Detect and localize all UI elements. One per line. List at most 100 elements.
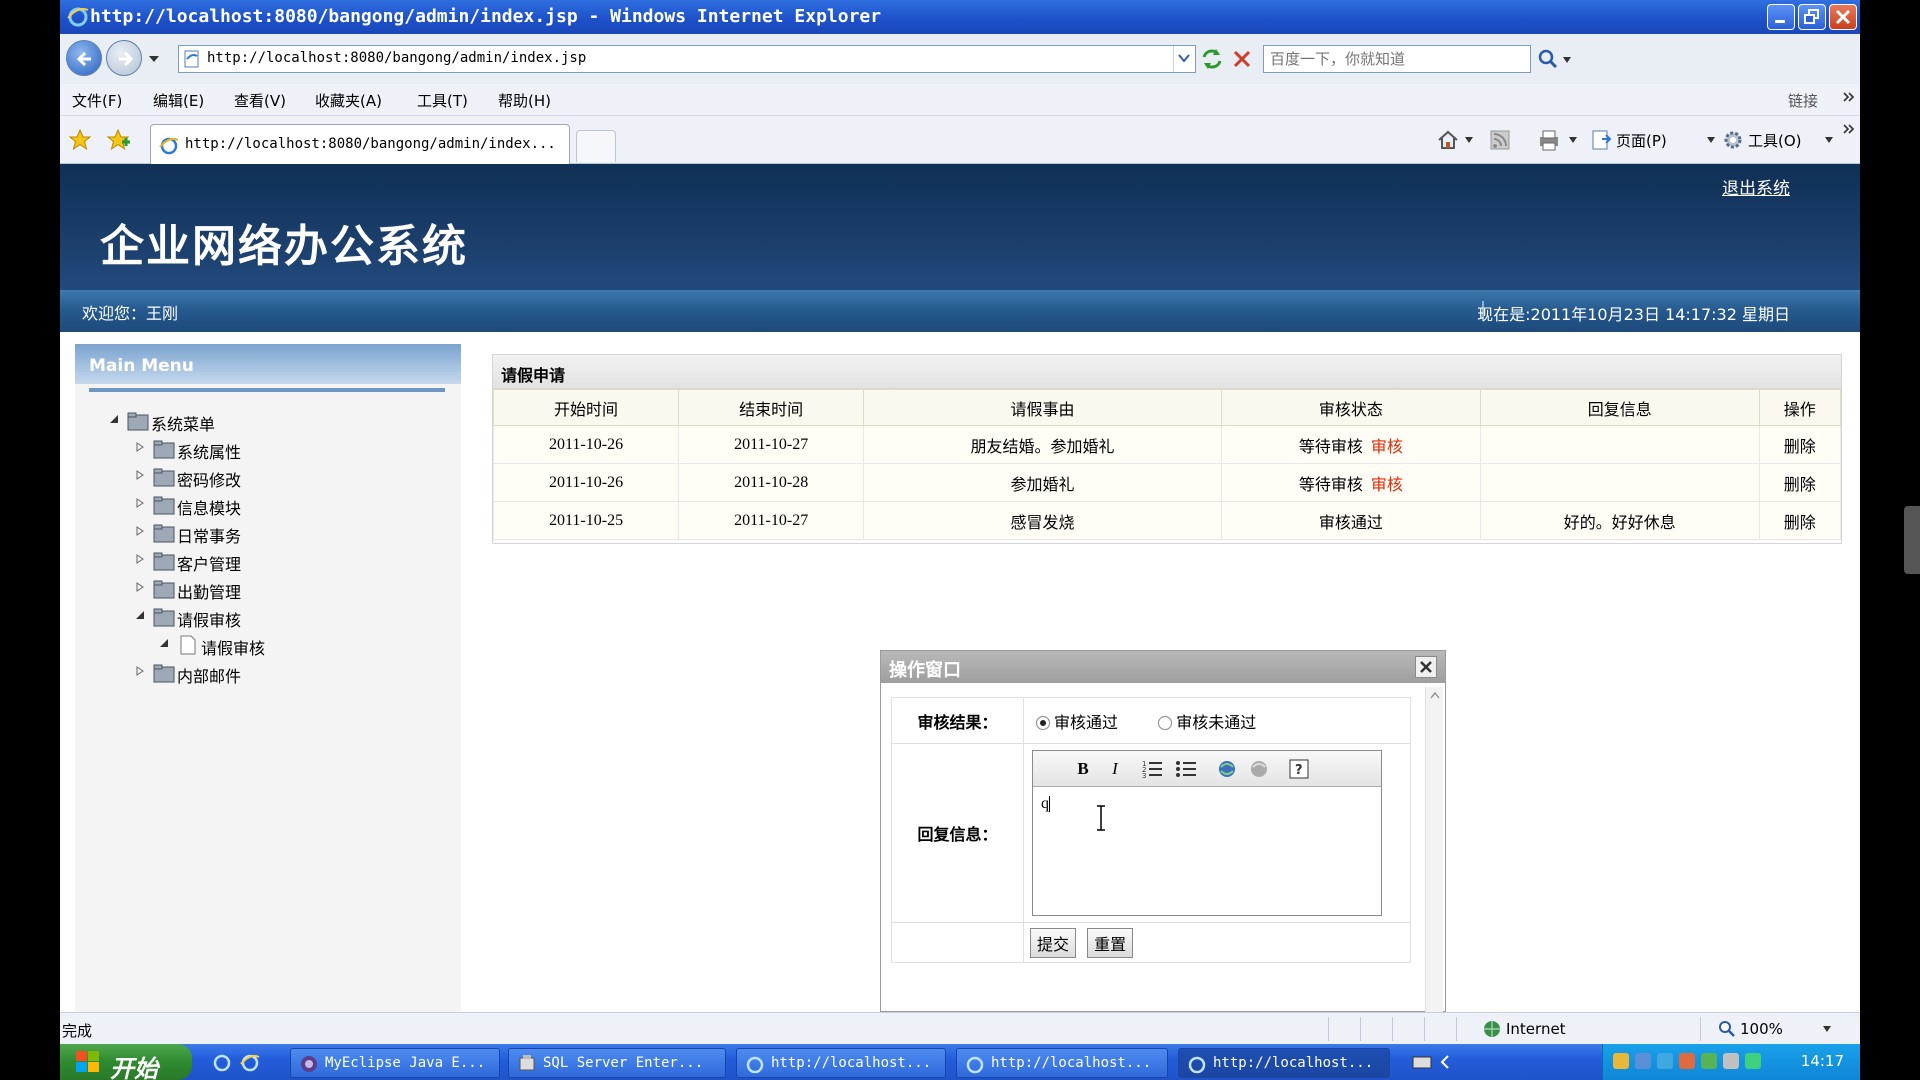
table-header-row: 开始时间 结束时间 请假事由 审核状态 回复信息 操作: [492, 389, 1842, 426]
tray-icon-2[interactable]: [1635, 1053, 1651, 1069]
result-label: 审核结果：: [891, 697, 1024, 744]
refresh-button[interactable]: [1198, 45, 1226, 73]
keyboard-icon[interactable]: [1412, 1054, 1432, 1070]
link-icon[interactable]: [1215, 757, 1239, 781]
new-tab-button[interactable]: [576, 130, 616, 162]
collapsed-triangle-icon: [136, 470, 144, 480]
menu-tools[interactable]: 工具(T): [417, 90, 468, 111]
task-ie-2[interactable]: http://localhost...: [956, 1048, 1168, 1078]
add-favorite-icon[interactable]: [106, 128, 130, 152]
table-row: 2011-10-25 2011-10-27 感冒发烧 审核通过 好的。好好休息 …: [492, 501, 1842, 540]
stop-button[interactable]: [1228, 45, 1256, 73]
folder-icon: [153, 524, 175, 543]
tools-dropdown-icon[interactable]: [1824, 136, 1834, 144]
page-menu[interactable]: 页面(P): [1616, 130, 1667, 151]
tray-icon-1[interactable]: [1613, 1053, 1629, 1069]
tray-icon-6[interactable]: [1723, 1053, 1739, 1069]
submit-button[interactable]: 提交: [1030, 927, 1077, 958]
help-icon[interactable]: ?: [1287, 757, 1311, 781]
favorites-star-icon[interactable]: [68, 128, 92, 152]
close-window-button[interactable]: [1829, 4, 1857, 30]
collapsed-triangle-icon: [136, 498, 144, 508]
tray-icon-3[interactable]: [1657, 1053, 1673, 1069]
bold-icon[interactable]: B: [1071, 757, 1095, 781]
minimize-button[interactable]: [1767, 4, 1795, 30]
ordered-list-icon[interactable]: 123: [1141, 757, 1165, 781]
task-sql-server[interactable]: SQL Server Enter...: [508, 1048, 726, 1078]
zoom-level[interactable]: 100%: [1740, 1020, 1783, 1038]
unlink-icon[interactable]: [1247, 757, 1271, 781]
restore-button[interactable]: [1798, 4, 1826, 30]
feeds-icon[interactable]: [1490, 130, 1510, 150]
menu-edit[interactable]: 编辑(E): [153, 90, 204, 111]
clock[interactable]: 14:17: [1801, 1052, 1844, 1070]
search-options-dropdown-icon[interactable]: [1562, 56, 1572, 64]
audit-link[interactable]: 审核: [1371, 437, 1403, 456]
menu-view[interactable]: 查看(V): [234, 90, 286, 111]
delete-link[interactable]: 删除: [1758, 425, 1842, 464]
column-header: 开始时间: [492, 389, 680, 426]
print-dropdown-icon[interactable]: [1568, 136, 1578, 144]
back-button[interactable]: [66, 40, 102, 76]
reset-button[interactable]: 重置: [1087, 927, 1134, 958]
start-button[interactable]: 开始: [60, 1044, 192, 1080]
reply-textarea[interactable]: q: [1033, 787, 1381, 915]
task-myeclipse[interactable]: MyEclipse Java E...: [290, 1048, 500, 1078]
leave-reason: 感冒发烧: [863, 501, 1222, 540]
radio-pass-label[interactable]: 审核通过: [1054, 713, 1118, 732]
chevron-right-icon[interactable]: [1842, 90, 1856, 104]
dialog-title: 操作窗口: [889, 660, 961, 681]
unordered-list-icon[interactable]: [1175, 757, 1199, 781]
delete-link[interactable]: 删除: [1758, 463, 1842, 502]
toolbar-overflow-icon[interactable]: [1842, 122, 1856, 136]
home-dropdown-icon[interactable]: [1464, 136, 1474, 144]
task-ie-3[interactable]: http://localhost...: [1178, 1048, 1390, 1078]
address-field[interactable]: http://localhost:8080/bangong/admin/inde…: [178, 45, 1196, 73]
radio-fail[interactable]: [1158, 716, 1173, 730]
network-icon[interactable]: [1745, 1053, 1761, 1069]
tray-icon-4[interactable]: [1679, 1053, 1695, 1069]
italic-icon[interactable]: I: [1103, 757, 1127, 781]
address-dropdown[interactable]: [1173, 46, 1195, 72]
forward-button[interactable]: [106, 40, 142, 76]
divider: [1360, 1017, 1361, 1041]
search-field[interactable]: [1263, 45, 1531, 73]
print-icon[interactable]: [1536, 128, 1562, 152]
zoom-dropdown-icon[interactable]: [1822, 1025, 1832, 1033]
security-zone[interactable]: Internet: [1506, 1020, 1566, 1038]
panel-title: 请假申请: [493, 355, 1841, 389]
search-input[interactable]: [1264, 46, 1530, 72]
start-date: 2011-10-26: [492, 463, 680, 502]
audit-link[interactable]: 审核: [1371, 475, 1403, 494]
dialog-scrollbar[interactable]: [1425, 687, 1443, 1013]
tab-active[interactable]: http://localhost:8080/bangong/admin/inde…: [150, 124, 570, 164]
scroll-up-icon[interactable]: [1426, 687, 1444, 703]
status-cell: 审核通过: [1220, 501, 1481, 540]
taskbar: 开始 MyEclipse Java E... SQL Server Enter.…: [60, 1044, 1860, 1080]
tree-label: 请假审核: [177, 611, 242, 630]
radio-pass[interactable]: [1036, 716, 1050, 730]
ie-quicklaunch-icon[interactable]: [212, 1052, 232, 1072]
tools-menu[interactable]: 工具(O): [1748, 130, 1802, 151]
dialog-title-bar[interactable]: 操作窗口: [881, 651, 1445, 683]
links-menu[interactable]: 链接: [1788, 90, 1818, 111]
dialog-close-button[interactable]: [1415, 656, 1437, 678]
menu-favorites[interactable]: 收藏夹(A): [315, 90, 382, 111]
search-button[interactable]: [1534, 45, 1562, 73]
tray-icon-5[interactable]: [1701, 1053, 1717, 1069]
address-text[interactable]: http://localhost:8080/bangong/admin/inde…: [207, 50, 586, 66]
page-dropdown-icon[interactable]: [1706, 136, 1716, 144]
radio-fail-label[interactable]: 审核未通过: [1176, 713, 1256, 732]
task-ie-1[interactable]: http://localhost...: [736, 1048, 946, 1078]
ie-quicklaunch-icon[interactable]: [240, 1052, 260, 1072]
close-icon: [1420, 661, 1432, 673]
chevron-left-icon[interactable]: [1438, 1054, 1452, 1070]
logout-link[interactable]: 退出系统: [1722, 174, 1790, 199]
tree-label: 密码修改: [177, 471, 242, 490]
history-dropdown-icon[interactable]: [148, 54, 160, 64]
side-panel-handle[interactable]: [1904, 506, 1920, 574]
menu-help[interactable]: 帮助(H): [498, 90, 551, 111]
menu-file[interactable]: 文件(F): [72, 90, 122, 111]
home-icon[interactable]: [1436, 128, 1460, 152]
delete-link[interactable]: 删除: [1758, 501, 1842, 540]
